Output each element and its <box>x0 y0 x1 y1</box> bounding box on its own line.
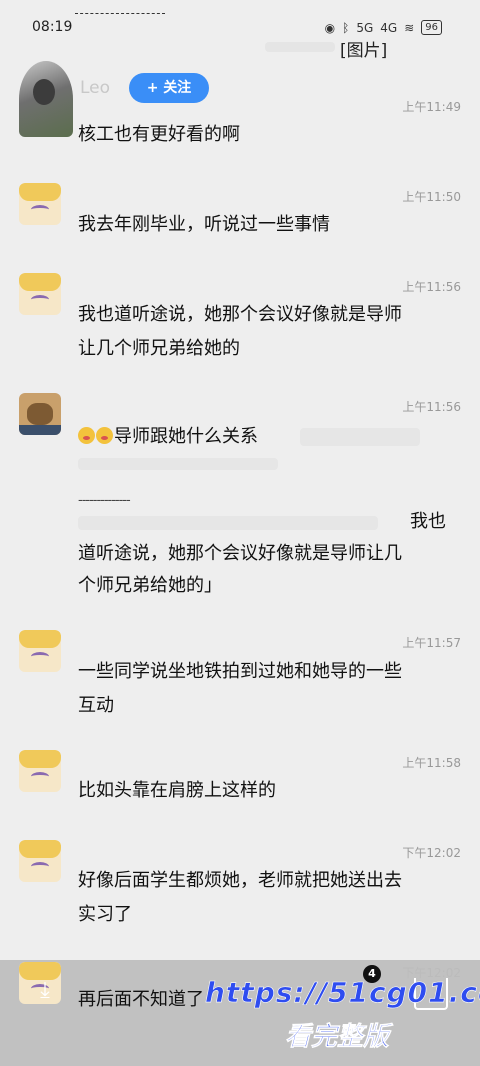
message-text[interactable]: 核工也有更好看的啊 <box>78 118 448 152</box>
quote-line: 道听途说，她那个会议好像就是导师让几 <box>78 543 402 564</box>
quote-line: 我也 <box>410 511 446 532</box>
status-bar: 08:19 ◉ ᛒ 5G 4G ≋ 96 <box>0 0 480 40</box>
redacted-area <box>78 458 278 470</box>
message-line: 导师跟她什么关系 <box>114 426 258 447</box>
watermark-url: https://51cg01.cc <box>205 976 480 1010</box>
avatar-user[interactable] <box>19 630 61 672</box>
quote-line: 个师兄弟给她的」 <box>78 575 222 596</box>
message-line: 互动 <box>78 695 114 716</box>
status-icons: ◉ ᛒ 5G 4G ≋ 96 <box>325 20 442 35</box>
message-line: 好像后面学生都烦她，老师就把她送出去 <box>78 870 402 891</box>
status-time: 08:19 <box>32 19 73 35</box>
avatar-user[interactable] <box>19 183 61 225</box>
message-time: 上午11:50 <box>402 190 461 204</box>
battery-icon: 96 <box>421 20 442 35</box>
avatar-user[interactable] <box>19 393 61 435</box>
quoted-message: 我也 道听途说，她那个会议好像就是导师让几 个师兄弟给她的」 <box>78 506 448 602</box>
message-time: 下午12:02 <box>402 846 461 860</box>
message-text[interactable]: 一些同学说坐地铁拍到过她和她导的一些 互动 <box>78 655 448 723</box>
message-time: 上午11:56 <box>402 280 461 294</box>
message-line: 让几个师兄弟给她的 <box>78 338 240 359</box>
image-note: [图片] <box>340 41 388 61</box>
message-time: 上午11:49 <box>402 100 461 114</box>
avatar-leo[interactable] <box>19 61 73 137</box>
redacted-area <box>300 428 420 446</box>
watermark-label: 看完整版 <box>285 1022 390 1053</box>
sender-name: Leo <box>80 78 111 98</box>
avatar-user[interactable] <box>19 750 61 792</box>
message-line: 实习了 <box>78 904 132 925</box>
message-text[interactable]: 我去年刚毕业，听说过一些事情 <box>78 208 448 242</box>
follow-button[interactable]: + 关注 <box>129 73 209 103</box>
message-time: 上午11:58 <box>402 756 461 770</box>
message-text[interactable]: 比如头靠在肩膀上这样的 <box>78 774 448 808</box>
signal-5g-label: 5G <box>356 20 374 35</box>
message-text[interactable]: 我也道听途说，她那个会议好像就是导师 让几个师兄弟给她的 <box>78 298 448 366</box>
avatar-user[interactable] <box>19 840 61 882</box>
flushed-face-icon <box>78 427 95 444</box>
message-time: 上午11:57 <box>402 636 461 650</box>
avatar-user[interactable] <box>19 273 61 315</box>
message-line: 我也道听途说，她那个会议好像就是导师 <box>78 304 402 325</box>
bluetooth-icon: ᛒ <box>342 20 350 35</box>
message-text[interactable]: 好像后面学生都烦她，老师就把她送出去 实习了 <box>78 864 448 932</box>
wifi-icon: ≋ <box>404 20 415 35</box>
download-icon[interactable]: ⤓ <box>30 978 60 1008</box>
redacted-area <box>265 42 335 52</box>
quote-divider-top <box>75 13 165 14</box>
message-time: 上午11:56 <box>402 400 461 414</box>
flushed-face-icon <box>96 427 113 444</box>
message-line: 一些同学说坐地铁拍到过她和她导的一些 <box>78 661 402 682</box>
eye-icon: ◉ <box>324 20 336 35</box>
signal-4g-label: 4G <box>380 20 398 35</box>
